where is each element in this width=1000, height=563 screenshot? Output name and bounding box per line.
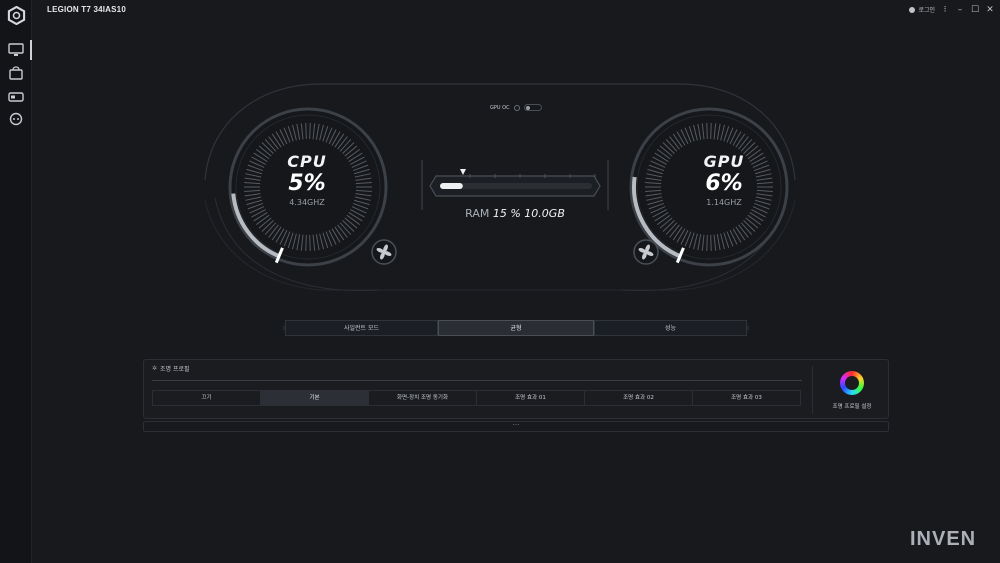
cpu-gauge-tick [305,123,307,140]
gpu-percent: 6% [705,171,743,196]
lighting-divider [152,380,802,381]
lighting-panel: ✲ 조명 프로필 끄기 기본 화면-장치 조명 동기화 조명 효과 01 조명 … [143,359,889,419]
gamepad-icon[interactable] [8,112,24,126]
cpu-gauge-tick [305,234,307,251]
dashboard-stage: CPU 5% 4.34GHZ GPU 6% 1.14GHZ GPU OC RAM… [0,0,1000,563]
ram-readout: RAM 15 % 10.0GB [440,207,590,220]
lighting-settings-button[interactable]: 조명 프로필 설정 [824,402,880,410]
lighting-title-label: 조명 프로필 [160,366,190,373]
gpu-oc-label: GPU OC [490,104,510,111]
gpu-oc-toggle[interactable] [523,104,542,111]
inven-watermark: INVEN [910,528,977,550]
ram-percent: 15 % [492,207,521,220]
ram-bar-fill [440,183,463,189]
ram-label: RAM [465,207,490,220]
close-icon[interactable]: ✕ [984,4,996,16]
gear-icon: ✲ [152,365,158,372]
device-toggle-icon[interactable] [8,90,24,104]
monitor-icon[interactable] [8,43,24,57]
effect-02[interactable]: 조명 효과 02 [585,391,693,405]
cpu-gauge-label: CPU 5% 4.34GHZ [247,152,367,207]
login-button[interactable]: 로그인 [909,5,935,14]
dashboard-graphics [204,83,796,292]
effect-01[interactable]: 조명 효과 01 [477,391,585,405]
gpu-gauge-tick [706,234,708,251]
gpu-gauge-tick [710,123,712,140]
user-icon [909,6,916,13]
cpu-clock: 4.34GHZ [289,198,325,207]
ram-used: 10.0GB [524,207,565,220]
legion-logo-icon[interactable] [7,6,26,25]
titlebar: LEGION T7 34IAS10 로그인 ⁝ – ☐ ✕ [32,0,1000,22]
lighting-separator [812,366,813,414]
mode-balanced[interactable]: 균형 [438,320,594,336]
more-options-icon[interactable]: ⁝ [939,4,951,16]
cpu-percent: 5% [288,171,326,196]
sidebar [0,0,32,563]
cpu-gauge-tick [309,123,311,140]
minimize-icon[interactable]: – [954,4,966,16]
lighting-effects: 끄기 기본 화면-장치 조명 동기화 조명 효과 01 조명 효과 02 조명 … [152,390,801,406]
gpu-oc-control: GPU OC [490,104,542,111]
cpu-name: CPU [287,152,327,171]
mode-silent[interactable]: 사일런트 모드 [285,320,438,336]
gpu-gauge-label: GPU 6% 1.14GHZ [664,152,784,207]
cpu-gauge-tick [309,234,311,251]
sidebar-active-indicator [30,40,32,60]
login-label: 로그인 [918,7,935,14]
power-mode-selector: 사일런트 모드 균형 성능 [283,320,749,336]
gpu-oc-info-icon[interactable] [513,104,520,111]
app-title: LEGION T7 34IAS10 [47,5,126,14]
ram-marker [460,169,466,175]
effect-screen-sync[interactable]: 화면-장치 조명 동기화 [369,391,477,405]
effect-03[interactable]: 조명 효과 03 [693,391,800,405]
expand-bar[interactable]: ··· [143,421,889,432]
gpu-clock: 1.14GHZ [706,198,742,207]
effect-default[interactable]: 기본 [261,391,369,405]
gpu-name: GPU [703,152,745,171]
gpu-gauge-tick [710,234,712,251]
gpu-gauge-tick [706,123,708,140]
shop-bag-icon[interactable] [8,66,24,80]
maximize-icon[interactable]: ☐ [969,4,981,16]
effect-off[interactable]: 끄기 [153,391,261,405]
mode-performance[interactable]: 성능 [594,320,747,336]
color-wheel-icon[interactable] [840,371,864,395]
lighting-title: ✲ 조명 프로필 [152,364,190,373]
